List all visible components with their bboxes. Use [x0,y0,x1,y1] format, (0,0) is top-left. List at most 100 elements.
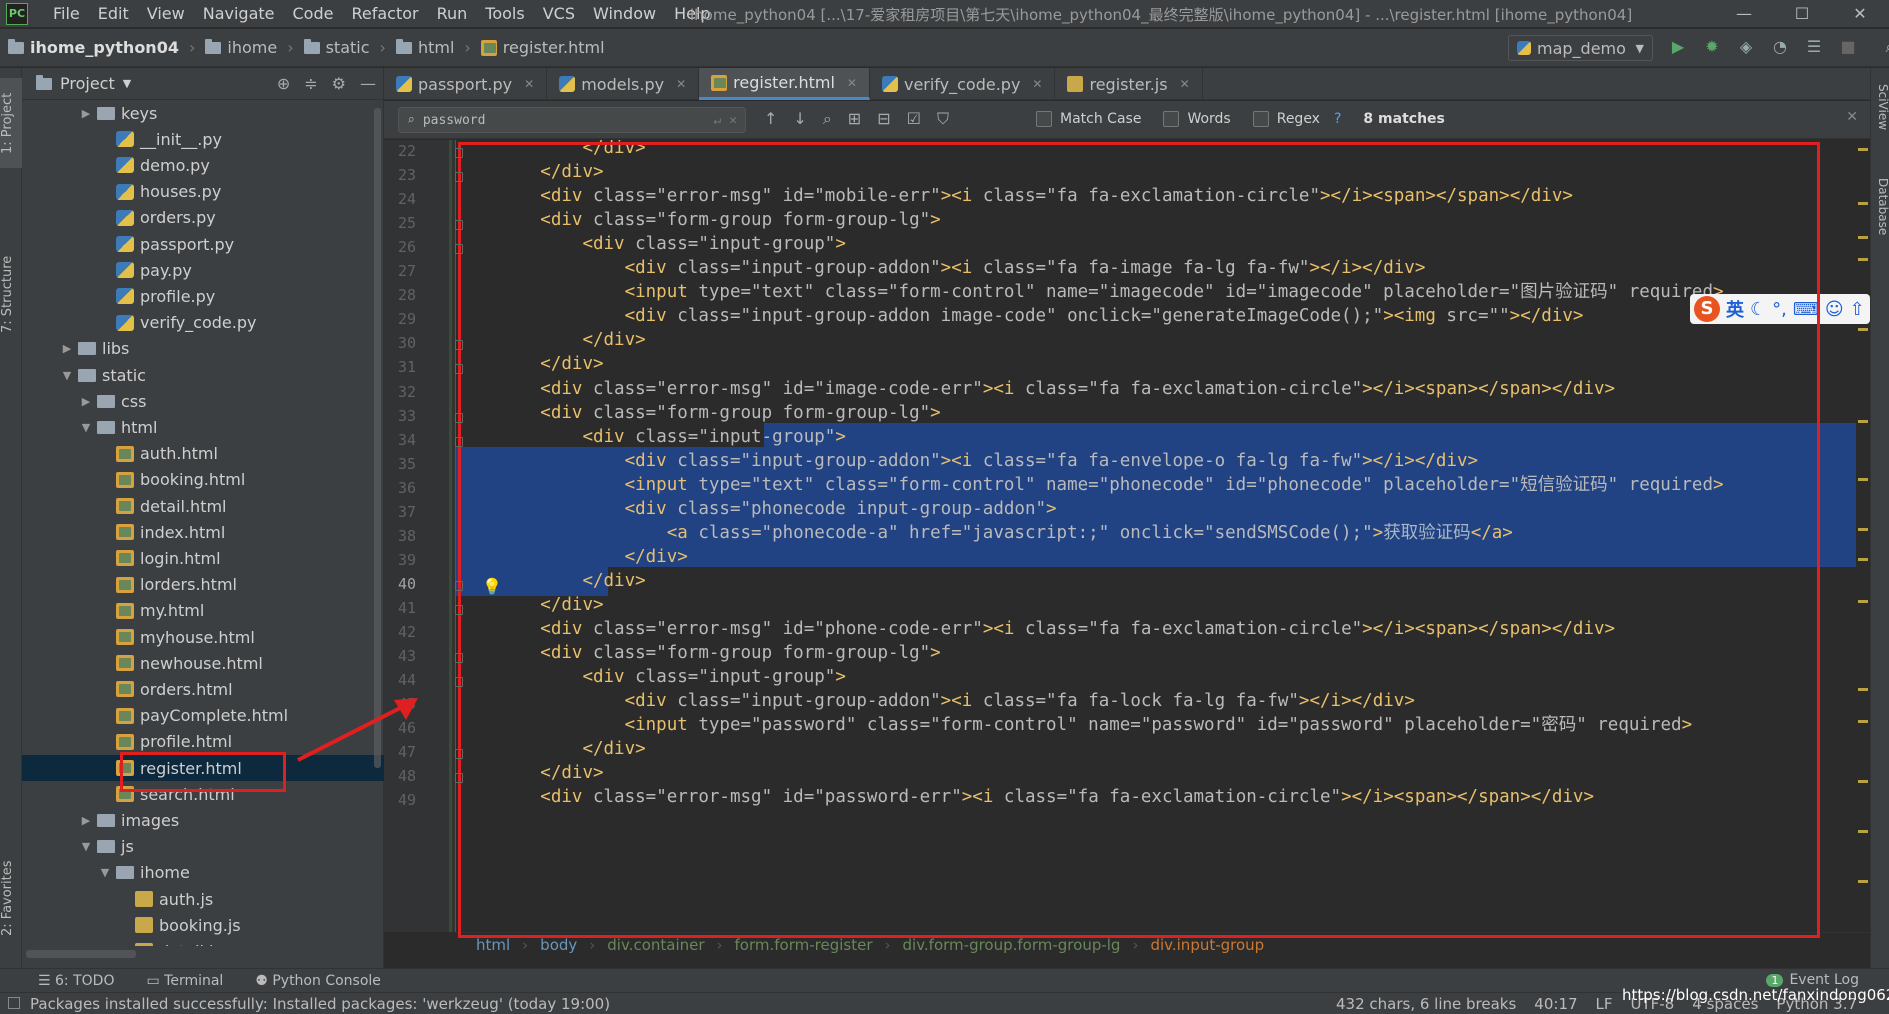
regex-help-link[interactable]: ? [1334,111,1341,127]
tab-models-py[interactable]: models.py ✕ [547,68,700,100]
crumb-ihome[interactable]: ihome [205,38,277,57]
words-checkbox[interactable]: Words [1163,111,1231,127]
tree-item-booking-js[interactable]: booking.js [22,912,384,938]
tab-database-tool[interactable]: Database [1871,178,1889,268]
tree-item-static[interactable]: ▼ static [22,362,384,388]
stripe-marker[interactable] [1858,202,1868,205]
fold-marker-icon[interactable] [455,604,463,615]
tree-item-pay-py[interactable]: pay.py [22,257,384,283]
maximize-button[interactable]: ☐ [1773,0,1831,28]
fold-marker-icon[interactable] [455,580,463,591]
expand-arrow-icon[interactable]: ▶ [79,395,93,408]
menu-run[interactable]: Run [428,4,477,23]
tree-item-newhouse-html[interactable]: newhouse.html [22,650,384,676]
minimize-button[interactable]: — [1715,0,1773,28]
regex-checkbox[interactable]: Regex? [1252,111,1341,127]
stripe-marker[interactable] [1858,528,1868,531]
editor-crumb[interactable]: div.container [607,936,704,954]
stripe-marker[interactable] [1858,558,1868,561]
fold-marker-icon[interactable] [455,172,463,183]
profile-icon[interactable]: ◔ [1770,37,1790,57]
fold-marker-icon[interactable] [455,653,463,664]
close-tab-icon[interactable]: ✕ [847,76,857,90]
crumb-project[interactable]: ihome_python04 [8,38,179,57]
gear-icon[interactable]: ⚙ [332,74,346,93]
stripe-marker[interactable] [1858,720,1868,723]
tab-project-tool[interactable]: 1: Project [0,78,22,168]
stripe-marker[interactable] [1858,600,1868,603]
close-window-button[interactable]: ✕ [1831,0,1889,28]
fold-marker-icon[interactable] [455,749,463,760]
project-view-select[interactable]: Project ▼ [36,74,131,93]
find-all-icon[interactable]: ⌕ [823,109,832,129]
python-console-button[interactable]: ⚉ Python Console [255,973,381,989]
find-input[interactable]: ⌕ password ↵ ✕ [398,107,746,133]
tree-item-index-html[interactable]: index.html [22,519,384,545]
status-message[interactable]: Packages installed successfully: Install… [30,995,610,1013]
menu-tools[interactable]: Tools [476,4,533,23]
tree-item-my-html[interactable]: my.html [22,598,384,624]
remove-selection-icon[interactable]: ⊟ [877,109,890,129]
tree-item-auth-html[interactable]: auth.html [22,441,384,467]
tab-sciview-tool[interactable]: SciView [1871,84,1889,154]
tree-item-lorders-html[interactable]: lorders.html [22,572,384,598]
tree-item-ihome[interactable]: ▼ ihome [22,860,384,886]
stripe-marker[interactable] [1858,258,1868,261]
expand-arrow-icon[interactable]: ▼ [60,369,74,382]
close-tab-icon[interactable]: ✕ [1032,77,1042,91]
close-tab-icon[interactable]: ✕ [1180,77,1190,91]
fold-marker-icon[interactable] [455,773,463,784]
fold-marker-icon[interactable] [455,364,463,375]
fold-marker-icon[interactable] [455,244,463,255]
crumb-html[interactable]: html [395,38,454,57]
stripe-marker[interactable] [1858,236,1868,239]
expand-arrow-icon[interactable]: ▶ [60,342,74,355]
tree-item-profile-py[interactable]: profile.py [22,283,384,309]
tab-favorites-tool[interactable]: 2: Favorites [0,848,22,948]
fold-marker-icon[interactable] [455,220,463,231]
tab-structure-tool[interactable]: 7: Structure [0,244,22,344]
previous-occurrence-icon[interactable]: ↑ [764,109,777,129]
close-tab-icon[interactable]: ✕ [524,77,534,91]
tree-item-myhouse-html[interactable]: myhouse.html [22,624,384,650]
tree-item-libs[interactable]: ▶ libs [22,336,384,362]
tree-item-houses-py[interactable]: houses.py [22,179,384,205]
crumb-file[interactable]: register.html [480,38,605,57]
menu-navigate[interactable]: Navigate [194,4,284,23]
tree-horizontal-scrollbar[interactable] [26,950,136,958]
match-case-checkbox[interactable]: Match Case [1036,111,1141,127]
editor-crumb[interactable]: html [476,936,510,954]
stripe-marker[interactable] [1858,780,1868,783]
next-occurrence-icon[interactable]: ↓ [793,109,806,129]
close-tab-icon[interactable]: ✕ [676,77,686,91]
search-everywhere-icon[interactable]: ⌕ [1880,37,1889,57]
stop-icon[interactable]: ■ [1838,37,1858,57]
select-all-occurrences-icon[interactable]: ☑ [907,109,921,129]
stripe-marker[interactable] [1858,328,1868,331]
close-find-icon[interactable]: ✕ [1846,109,1858,125]
debug-icon[interactable]: ✹ [1702,37,1722,57]
line-separator[interactable]: LF [1596,995,1613,1013]
tab-register-html[interactable]: register.html ✕ [699,68,870,100]
intention-bulb-icon[interactable]: 💡 [482,577,502,596]
tab-passport-py[interactable]: passport.py ✕ [384,68,548,100]
tree-item-keys[interactable]: ▶ keys [22,100,384,126]
menu-file[interactable]: File [44,4,89,23]
editor-crumb[interactable]: form.form-register [735,936,873,954]
menu-edit[interactable]: Edit [89,4,138,23]
tab-verify-code-py[interactable]: verify_code.py ✕ [870,68,1056,100]
stripe-marker[interactable] [1858,688,1868,691]
fold-marker-icon[interactable] [455,436,463,447]
locate-icon[interactable]: ⊕ [277,74,290,93]
tree-item-demo-py[interactable]: demo.py [22,152,384,178]
tree-item-auth-js[interactable]: auth.js [22,886,384,912]
tree-item-images[interactable]: ▶ images [22,807,384,833]
run-config-select[interactable]: map_demo ▼ [1508,35,1653,61]
expand-arrow-icon[interactable]: ▶ [79,107,93,120]
run-icon[interactable]: ▶ [1668,37,1688,57]
menu-code[interactable]: Code [284,4,343,23]
fold-marker-icon[interactable] [455,677,463,688]
coverage-icon[interactable]: ◈ [1736,37,1756,57]
stripe-marker[interactable] [1858,880,1868,883]
history-icon[interactable]: ↵ [713,113,721,128]
